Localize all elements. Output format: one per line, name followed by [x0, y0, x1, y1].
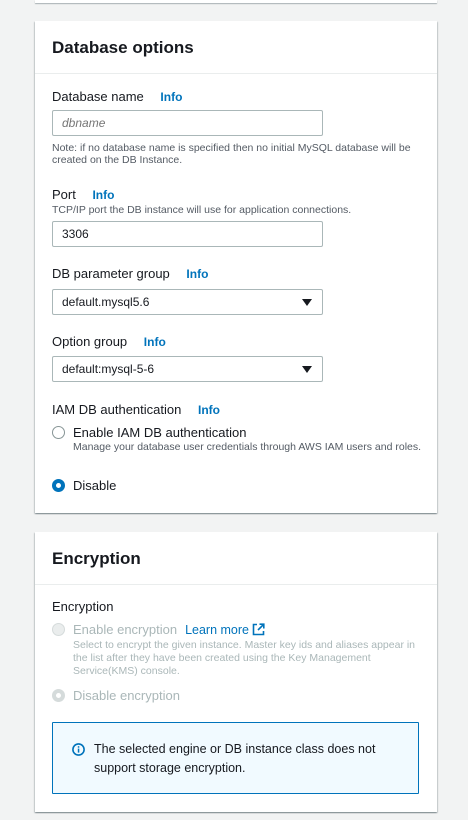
database-name-hint: Note: if no database name is specified t…: [52, 142, 411, 166]
iam-auth-label-row: IAM DB authentication Info: [52, 402, 220, 418]
enable-encryption-label-row: Enable encryption Learn more: [73, 622, 265, 638]
enable-encryption-label[interactable]: Enable encryption: [73, 622, 177, 637]
database-name-info-link[interactable]: Info: [160, 90, 182, 104]
db-parameter-group-label: DB parameter group: [52, 266, 170, 281]
db-parameter-group-select[interactable]: default.mysql5.6: [52, 289, 323, 315]
panel-title: Encryption: [52, 549, 141, 568]
caret-down-icon: [302, 366, 312, 373]
panel-header: Database options: [35, 21, 437, 74]
disable-encryption-radio[interactable]: [52, 689, 65, 702]
option-group-label-row: Option group Info: [52, 334, 166, 350]
port-label: Port: [52, 187, 76, 202]
encryption-info-alert: The selected engine or DB instance class…: [52, 722, 419, 794]
enable-encryption-description: Select to encrypt the given instance. Ma…: [73, 639, 416, 677]
learn-more-text[interactable]: Learn more: [185, 623, 249, 637]
enable-iam-label[interactable]: Enable IAM DB authentication: [73, 425, 246, 441]
panel-header: Encryption: [35, 532, 437, 585]
caret-down-icon: [302, 299, 312, 306]
alert-message: The selected engine or DB instance class…: [94, 742, 376, 775]
port-hint: TCP/IP port the DB instance will use for…: [52, 204, 352, 216]
disable-iam-radio[interactable]: [52, 479, 65, 492]
port-info-link[interactable]: Info: [92, 188, 114, 202]
port-label-row: Port Info: [52, 187, 114, 203]
panel-title: Database options: [52, 38, 194, 57]
port-input[interactable]: 3306: [52, 221, 323, 247]
option-group-info-link[interactable]: Info: [144, 335, 166, 349]
iam-auth-label: IAM DB authentication: [52, 402, 182, 417]
database-name-label: Database name: [52, 89, 144, 104]
db-parameter-group-label-row: DB parameter group Info: [52, 266, 208, 282]
database-name-label-row: Database name Info: [52, 89, 182, 105]
enable-iam-radio[interactable]: [52, 426, 65, 439]
enable-iam-description: Manage your database user credentials th…: [73, 441, 422, 453]
option-group-select[interactable]: default:mysql-5-6: [52, 356, 323, 382]
database-options-panel: Database options Database name Info Note…: [35, 21, 437, 513]
encryption-field-label-row: Encryption: [52, 599, 113, 615]
disable-encryption-label[interactable]: Disable encryption: [73, 688, 180, 704]
enable-encryption-radio[interactable]: [52, 623, 65, 636]
disable-iam-label[interactable]: Disable: [73, 478, 116, 494]
encryption-field-label: Encryption: [52, 599, 114, 614]
learn-more-link[interactable]: Learn more: [185, 623, 265, 637]
option-group-value: default:mysql-5-6: [62, 362, 155, 376]
iam-auth-info-link[interactable]: Info: [198, 403, 220, 417]
option-group-label: Option group: [52, 334, 128, 349]
db-parameter-group-info-link[interactable]: Info: [186, 267, 208, 281]
previous-panel-bottom: [35, 0, 437, 3]
external-link-icon: [252, 623, 265, 636]
database-name-input[interactable]: [52, 110, 323, 136]
db-parameter-group-value: default.mysql5.6: [62, 295, 150, 309]
encryption-panel: Encryption Encryption Enable encryption L…: [35, 532, 437, 812]
info-icon: [72, 743, 85, 756]
